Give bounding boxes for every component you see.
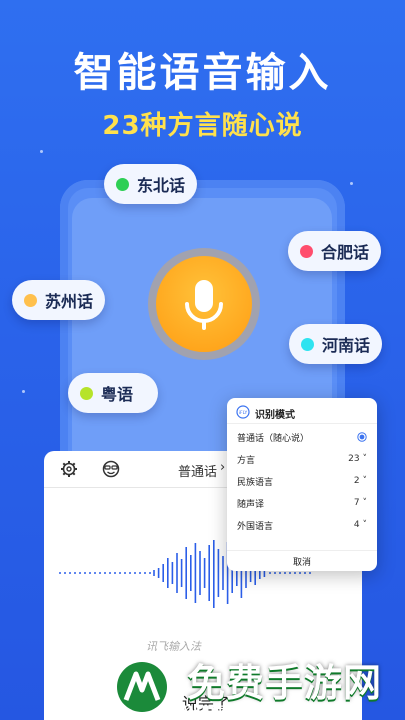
divider	[227, 550, 377, 551]
emoji-icon[interactable]	[101, 460, 121, 478]
chevron-down-icon: ˅	[359, 476, 367, 486]
dialect-dot	[301, 337, 314, 351]
dialect-dot	[300, 244, 313, 258]
mode-option-label: 外国语言	[237, 521, 274, 532]
dialect-label: 河南话	[322, 336, 371, 355]
dialect-dot	[24, 293, 37, 307]
chevron-right-icon: ›	[220, 460, 226, 475]
dialect-label: 合肥话	[321, 243, 370, 262]
dialect-label: 粤语	[101, 385, 134, 404]
mode-option-dialect[interactable]: 方言 23 ˅	[237, 450, 367, 468]
watermark-text: 免费手游网	[187, 661, 383, 705]
mode-option-label: 民族语言	[237, 477, 274, 488]
chevron-down-icon: ˅	[359, 520, 367, 530]
headline-subtitle: 23种方言随心说	[102, 111, 303, 141]
dialect-dot	[116, 177, 129, 191]
chevron-down-icon: ˅	[359, 498, 367, 508]
divider	[227, 423, 377, 424]
chevron-down-icon: ˅	[359, 454, 367, 464]
popup-title: 识别模式	[255, 410, 295, 421]
dialect-chip-suzhou[interactable]: 苏州话	[12, 280, 106, 320]
mode-option-label: 方言	[237, 455, 256, 466]
dialect-chip-cantonese[interactable]: 粤语	[68, 373, 158, 413]
mode-option-label: 普通话（随心说）	[237, 433, 310, 444]
mode-option-mandarin[interactable]: 普通话（随心说）	[237, 428, 367, 446]
dialect-dot	[80, 386, 93, 400]
radio-selected-icon[interactable]	[357, 432, 367, 442]
dialect-label: 东北话	[137, 176, 186, 195]
mic-button[interactable]	[156, 256, 252, 352]
star-decoration	[22, 390, 25, 393]
gear-icon[interactable]	[60, 460, 78, 478]
star-decoration	[40, 150, 43, 153]
language-selector[interactable]: 普通话	[178, 461, 217, 480]
dialect-label: 苏州话	[45, 292, 94, 311]
star-decoration	[350, 182, 353, 185]
dialect-chip-henan[interactable]: 河南话	[289, 324, 383, 364]
dialect-chip-dongbei[interactable]: 东北话	[104, 164, 198, 204]
mode-option-ethnic[interactable]: 民族语言 2 ˅	[237, 472, 367, 490]
mode-option-translate[interactable]: 随声译 7 ˅	[237, 494, 367, 512]
watermark-subtext: MIANFEISHOUYOUWANG	[178, 705, 329, 715]
mode-option-label: 随声译	[237, 499, 265, 510]
recognition-mode-popup: iFLY 识别模式 普通话（随心说） 方言 23 ˅ 民族语言 2 ˅ 随声译 …	[227, 398, 377, 571]
ifly-logo-icon: iFLY	[236, 405, 250, 419]
headline-title: 智能语音输入	[73, 50, 332, 96]
cancel-button[interactable]: 取消	[227, 555, 377, 568]
dialect-chip-hefei[interactable]: 合肥话	[288, 231, 382, 271]
svg-text:iFLY: iFLY	[239, 410, 248, 416]
mode-option-count: 23	[348, 454, 360, 464]
microphone-icon	[185, 280, 223, 330]
mode-option-foreign[interactable]: 外国语言 4 ˅	[237, 516, 367, 534]
